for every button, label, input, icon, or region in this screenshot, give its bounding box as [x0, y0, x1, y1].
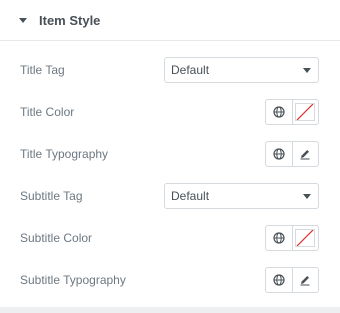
subtitle-typography-edit-button[interactable] — [291, 268, 319, 292]
chevron-down-icon — [303, 68, 311, 73]
subtitle-color-control — [265, 225, 319, 251]
no-color-slash-icon — [296, 103, 314, 121]
subtitle-color-label: Subtitle Color — [20, 231, 93, 245]
subtitle-tag-value: Default — [171, 189, 210, 203]
global-colors-button[interactable] — [266, 100, 292, 124]
globe-icon — [273, 106, 285, 118]
title-tag-select[interactable]: Default — [164, 57, 319, 83]
row-title-tag: Title Tag Default — [0, 52, 340, 88]
pencil-icon — [300, 276, 310, 286]
globe-icon — [273, 148, 285, 160]
title-tag-value: Default — [171, 63, 210, 77]
chevron-down-icon — [303, 194, 311, 199]
global-fonts-button[interactable] — [266, 142, 292, 166]
caret-down-icon — [19, 17, 27, 23]
section-header-item-style[interactable]: Item Style — [0, 0, 340, 41]
section-title: Item Style — [39, 12, 101, 28]
title-color-control — [265, 99, 319, 125]
title-tag-label: Title Tag — [20, 63, 65, 77]
row-subtitle-typography: Subtitle Typography — [0, 262, 340, 298]
row-title-color: Title Color — [0, 94, 340, 130]
no-color-swatch — [295, 103, 316, 121]
global-colors-button[interactable] — [266, 226, 292, 250]
title-color-picker[interactable] — [291, 100, 319, 124]
pencil-icon — [300, 150, 310, 160]
title-color-label: Title Color — [20, 105, 75, 119]
row-subtitle-tag: Subtitle Tag Default — [0, 178, 340, 214]
no-color-swatch — [295, 229, 316, 247]
subtitle-tag-label: Subtitle Tag — [20, 189, 83, 203]
subtitle-color-picker[interactable] — [291, 226, 319, 250]
globe-icon — [273, 232, 285, 244]
globe-icon — [273, 274, 285, 286]
item-style-panel: Item Style Title Tag Default Title Color — [0, 0, 340, 313]
title-typography-control — [265, 141, 319, 167]
row-subtitle-color: Subtitle Color — [0, 220, 340, 256]
subtitle-typography-label: Subtitle Typography — [20, 273, 126, 287]
panel-footer-divider — [0, 307, 340, 313]
subtitle-typography-control — [265, 267, 319, 293]
row-title-typography: Title Typography — [0, 136, 340, 172]
subtitle-tag-select[interactable]: Default — [164, 183, 319, 209]
global-fonts-button[interactable] — [266, 268, 292, 292]
title-typography-edit-button[interactable] — [291, 142, 319, 166]
title-typography-label: Title Typography — [20, 147, 109, 161]
no-color-slash-icon — [296, 229, 314, 247]
